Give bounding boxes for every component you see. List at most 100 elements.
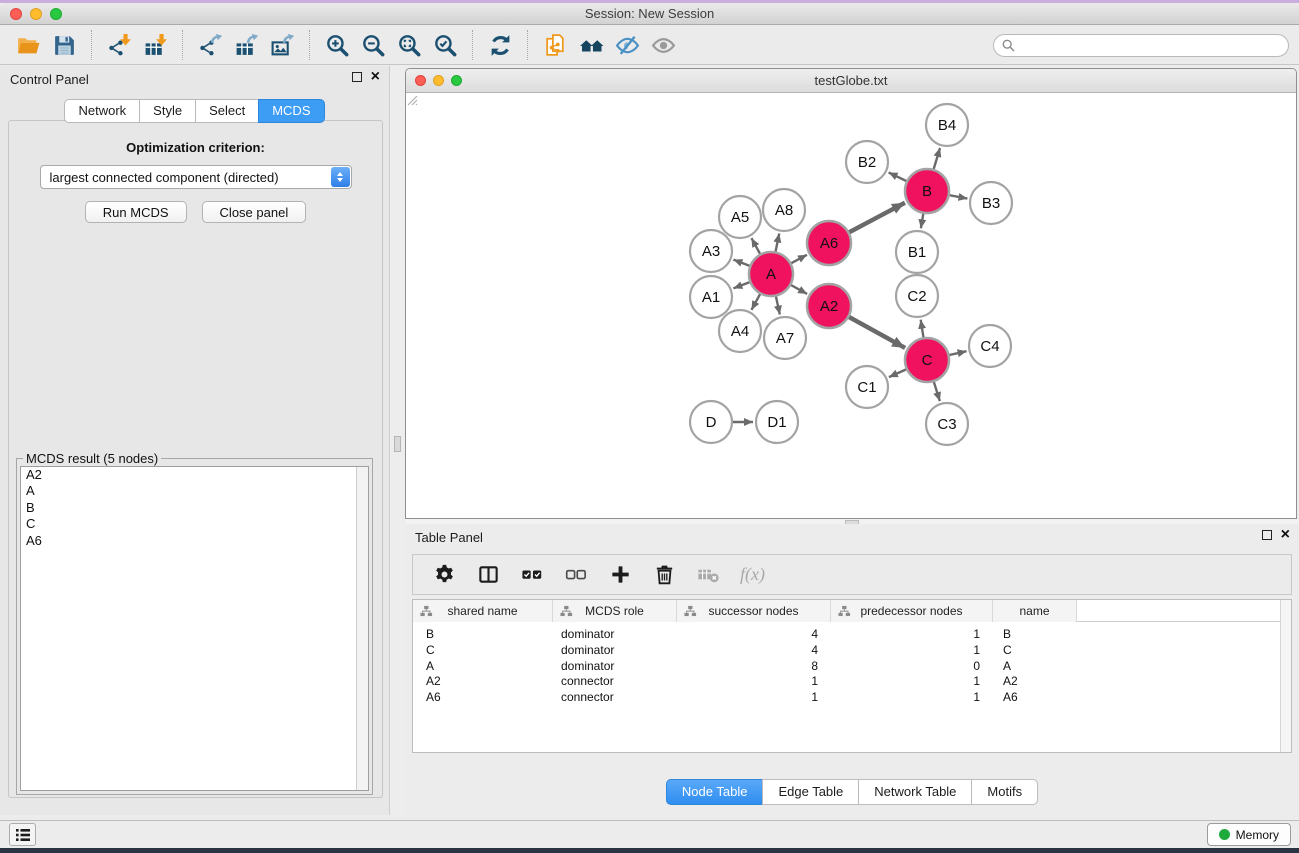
table-row[interactable]: Bdominator41B — [413, 626, 1280, 642]
tab-network[interactable]: Network — [64, 99, 140, 123]
mcds-result-item[interactable]: C — [21, 516, 368, 532]
import-network-icon[interactable] — [101, 29, 137, 61]
hierarchy-icon — [684, 605, 697, 618]
graph-node-C2[interactable]: C2 — [896, 275, 938, 317]
hide-graphics-icon[interactable] — [609, 29, 645, 61]
close-icon[interactable]: × — [371, 71, 380, 83]
graph-node-A6[interactable]: A6 — [807, 221, 851, 265]
task-history-button[interactable] — [9, 823, 36, 846]
graph-node-A7[interactable]: A7 — [764, 317, 806, 359]
delete-table-icon[interactable] — [693, 560, 723, 590]
table-panel-header: Table Panel × — [405, 524, 1299, 550]
float-icon[interactable] — [352, 72, 362, 82]
export-image-icon[interactable] — [264, 29, 300, 61]
column-header-name[interactable]: name — [993, 600, 1077, 622]
tab-mcds[interactable]: MCDS — [258, 99, 324, 123]
network-canvas[interactable]: B4 B2 B B3 B1 A5A8A6 A3 A A1 C2 A4 A7A2 C C4 C1 C3 D D1 — [406, 94, 1296, 518]
run-mcds-button[interactable]: Run MCDS — [85, 201, 187, 223]
mcds-result-item[interactable]: A6 — [21, 533, 368, 549]
columns-icon[interactable] — [473, 560, 503, 590]
control-panel-header: Control Panel × — [0, 66, 389, 92]
open-icon[interactable] — [10, 29, 46, 61]
table-cell: 1 — [831, 689, 993, 705]
mcds-result-item[interactable]: B — [21, 500, 368, 516]
svg-text:A4: A4 — [731, 323, 749, 340]
mcds-result-list[interactable]: A2ABCA6 — [20, 466, 369, 791]
float-icon[interactable] — [1262, 530, 1272, 540]
toolbar-search[interactable] — [993, 34, 1289, 57]
graph-node-B1[interactable]: B1 — [896, 231, 938, 273]
graph-node-A3[interactable]: A3 — [690, 230, 732, 272]
eye-icon[interactable] — [645, 29, 681, 61]
mcds-list-scrollbar[interactable] — [356, 467, 368, 790]
graph-node-A[interactable]: A — [749, 252, 793, 296]
graph-node-C4[interactable]: C4 — [969, 325, 1011, 367]
mcds-result-item[interactable]: A2 — [21, 467, 368, 483]
import-table-icon[interactable] — [137, 29, 173, 61]
mcds-result-item[interactable]: A — [21, 483, 368, 499]
export-table-icon[interactable] — [228, 29, 264, 61]
graph-node-C[interactable]: C — [905, 338, 949, 382]
houses-icon[interactable] — [573, 29, 609, 61]
table-row[interactable]: Adominator80A — [413, 658, 1280, 674]
network-document-icon[interactable] — [537, 29, 573, 61]
table-cell: 1 — [831, 673, 993, 689]
graph-node-A1[interactable]: A1 — [690, 276, 732, 318]
column-header-MCDS-role[interactable]: MCDS role — [553, 600, 677, 622]
tab-style[interactable]: Style — [139, 99, 196, 123]
add-icon[interactable] — [605, 560, 635, 590]
delete-icon[interactable] — [649, 560, 679, 590]
zoom-out-icon[interactable] — [355, 29, 391, 61]
select-all-icon[interactable] — [517, 560, 547, 590]
table-cell: 1 — [677, 673, 831, 689]
table-row[interactable]: A6connector11A6 — [413, 689, 1280, 705]
optimization-criterion-select[interactable]: largest connected component (directed) — [40, 165, 352, 189]
apply-function-icon[interactable]: f(x) — [737, 564, 765, 585]
export-network-icon[interactable] — [192, 29, 228, 61]
graph-node-C3[interactable]: C3 — [926, 403, 968, 445]
control-panel-tabs: NetworkStyleSelectMCDS — [0, 99, 389, 123]
zoom-in-icon[interactable] — [319, 29, 355, 61]
tab-edge-table[interactable]: Edge Table — [762, 779, 859, 805]
network-graph: B4 B2 B B3 B1 A5A8A6 A3 A A1 C2 A4 A7A2 C C4 C1 C3 D D1 — [406, 94, 1296, 518]
tab-select[interactable]: Select — [195, 99, 259, 123]
deselect-all-icon[interactable] — [561, 560, 591, 590]
mcds-result-groupbox: MCDS result (5 nodes) A2ABCA6 — [16, 458, 373, 795]
vertical-split-divider[interactable] — [390, 66, 405, 815]
graph-node-A8[interactable]: A8 — [763, 189, 805, 231]
graph-node-B4[interactable]: B4 — [926, 104, 968, 146]
table-cell: connector — [553, 689, 677, 705]
graph-node-D[interactable]: D — [690, 401, 732, 443]
close-panel-button[interactable]: Close panel — [202, 201, 307, 223]
column-header-shared-name[interactable]: shared name — [413, 600, 553, 622]
close-icon[interactable]: × — [1281, 529, 1290, 541]
resize-grip-icon[interactable] — [406, 94, 418, 106]
zoom-selected-icon[interactable] — [427, 29, 463, 61]
table-row[interactable]: Cdominator41C — [413, 642, 1280, 658]
refresh-icon[interactable] — [482, 29, 518, 61]
network-window-titlebar[interactable]: testGlobe.txt — [406, 69, 1296, 93]
graph-node-A2[interactable]: A2 — [807, 284, 851, 328]
tab-node-table[interactable]: Node Table — [666, 779, 764, 805]
settings-icon[interactable] — [429, 560, 459, 590]
save-icon[interactable] — [46, 29, 82, 61]
zoom-fit-icon[interactable] — [391, 29, 427, 61]
column-header-successor-nodes[interactable]: successor nodes — [677, 600, 831, 622]
divider-grip[interactable] — [394, 436, 401, 452]
search-input[interactable] — [1020, 38, 1280, 53]
graph-node-A5[interactable]: A5 — [719, 196, 761, 238]
tab-motifs[interactable]: Motifs — [971, 779, 1038, 805]
graph-node-D1[interactable]: D1 — [756, 401, 798, 443]
memory-button[interactable]: Memory — [1207, 823, 1291, 846]
table-scrollbar[interactable] — [1280, 600, 1291, 752]
graph-node-B3[interactable]: B3 — [970, 182, 1012, 224]
table-row[interactable]: A2connector11A2 — [413, 673, 1280, 689]
column-header-predecessor-nodes[interactable]: predecessor nodes — [831, 600, 993, 622]
graph-node-C1[interactable]: C1 — [846, 366, 888, 408]
tab-network-table[interactable]: Network Table — [858, 779, 972, 805]
graph-node-B[interactable]: B — [905, 169, 949, 213]
node-table: shared nameMCDS rolesuccessor nodesprede… — [412, 599, 1292, 753]
graph-node-A4[interactable]: A4 — [719, 310, 761, 352]
table-cell: A2 — [993, 673, 1077, 689]
graph-node-B2[interactable]: B2 — [846, 141, 888, 183]
